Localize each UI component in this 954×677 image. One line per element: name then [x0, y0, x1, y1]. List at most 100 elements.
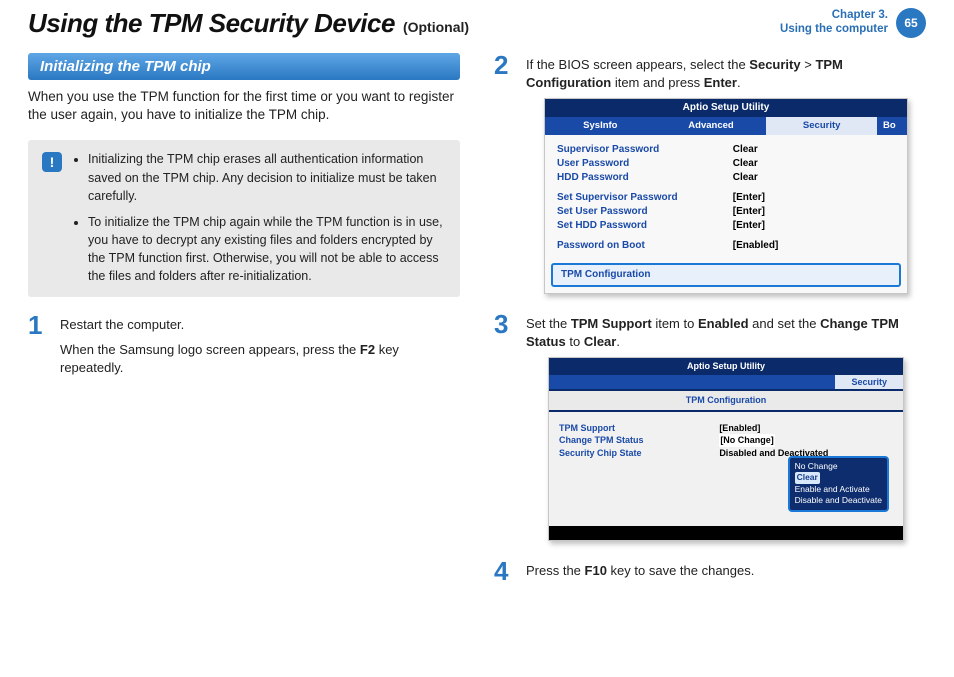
warning-item: To initialize the TPM chip again while t…	[88, 213, 446, 286]
t: TPM Support	[571, 316, 652, 331]
menu-item: No Change	[795, 461, 882, 472]
t: item and press	[611, 75, 704, 90]
lbl: Set HDD Password	[557, 219, 733, 233]
bios1-title: Aptio Setup Utility	[545, 99, 907, 117]
bios2-tabbar: Security	[549, 375, 903, 390]
lbl: HDD Password	[557, 171, 733, 185]
step-body: Set the TPM Support item to Enabled and …	[526, 312, 926, 541]
intro-text: When you use the TPM function for the fi…	[28, 88, 460, 124]
text: When the Samsung logo screen appears, pr…	[60, 342, 360, 357]
step2-text: If the BIOS screen appears, select the S…	[526, 56, 926, 92]
val: Clear	[733, 157, 758, 171]
step1-line1: Restart the computer.	[60, 316, 460, 334]
bios-screenshot-1: Aptio Setup Utility SysInfo Advanced Sec…	[544, 98, 908, 293]
t: key to save the changes.	[607, 563, 754, 578]
bios-screenshot-2: Aptio Setup Utility Security TPM Configu…	[548, 357, 904, 541]
header-right: Chapter 3. Using the computer 65	[780, 8, 926, 38]
bios1-row: Set Supervisor Password[Enter]	[557, 191, 895, 205]
t: .	[616, 334, 620, 349]
warning-list: Initializing the TPM chip erases all aut…	[72, 150, 446, 285]
step-body: Press the F10 key to save the changes.	[526, 559, 754, 586]
t: Set the	[526, 316, 571, 331]
bios2-body: TPM Support[Enabled] Change TPM Status[N…	[549, 412, 903, 522]
step-body: If the BIOS screen appears, select the S…	[526, 53, 926, 294]
bios2-row: TPM Support[Enabled]	[559, 422, 893, 435]
bios1-tabs: SysInfo Advanced Security Bo	[545, 117, 907, 134]
step3-text: Set the TPM Support item to Enabled and …	[526, 315, 926, 351]
bios1-tab-sysinfo: SysInfo	[545, 117, 656, 134]
bios1-tab-advanced: Advanced	[656, 117, 767, 134]
menu-item: Enable and Activate	[795, 484, 882, 495]
step-1: 1 Restart the computer. When the Samsung…	[28, 313, 460, 383]
bios1-row: HDD PasswordClear	[557, 171, 895, 185]
step-4: 4 Press the F10 key to save the changes.	[494, 559, 926, 586]
section-heading: Initializing the TPM chip	[28, 53, 460, 80]
bios1-selected-item: TPM Configuration	[551, 263, 901, 287]
chapter-label: Chapter 3. Using the computer	[780, 8, 888, 37]
lbl: Password on Boot	[557, 239, 733, 253]
step-number: 2	[494, 53, 516, 294]
bios1-row: Set User Password[Enter]	[557, 205, 895, 219]
val: [Enabled]	[733, 239, 779, 253]
step-3: 3 Set the TPM Support item to Enabled an…	[494, 312, 926, 541]
lbl: Security Chip State	[559, 447, 719, 460]
bios1-tab-security: Security	[766, 117, 877, 134]
val: [Enter]	[733, 219, 765, 233]
step-number: 3	[494, 312, 516, 541]
val: Clear	[733, 143, 758, 157]
page-subtitle: (Optional)	[403, 19, 469, 35]
bios2-subheading: TPM Configuration	[549, 389, 903, 412]
key-f2: F2	[360, 342, 375, 357]
t: to	[566, 334, 584, 349]
page-title: Using the TPM Security Device	[28, 8, 395, 39]
t: .	[737, 75, 741, 90]
lbl: User Password	[557, 157, 733, 171]
val: [Enabled]	[719, 422, 760, 435]
bios2-bottom-bar	[549, 526, 903, 540]
bios1-row: Password on Boot[Enabled]	[557, 239, 895, 253]
bios2-title: Aptio Setup Utility	[549, 358, 903, 375]
chapter-line2: Using the computer	[780, 22, 888, 36]
lbl: Supervisor Password	[557, 143, 733, 157]
t: >	[801, 57, 816, 72]
menu-item-selected: Clear	[795, 472, 820, 483]
bios1-row: Supervisor PasswordClear	[557, 143, 895, 157]
lbl: TPM Support	[559, 422, 719, 435]
warning-item: Initializing the TPM chip erases all aut…	[88, 150, 446, 204]
val: Clear	[733, 171, 758, 185]
t: Enter	[704, 75, 737, 90]
step-number: 1	[28, 313, 50, 383]
lbl: Set Supervisor Password	[557, 191, 733, 205]
t: Clear	[584, 334, 617, 349]
lbl: Change TPM Status	[559, 434, 719, 447]
bios1-body: Supervisor PasswordClear User PasswordCl…	[545, 135, 907, 261]
bios2-tab-security: Security	[835, 375, 903, 390]
t: item to	[652, 316, 698, 331]
val: [No Change]	[719, 434, 775, 447]
step1-line2: When the Samsung logo screen appears, pr…	[60, 341, 460, 377]
bios1-tab-boot-cut: Bo	[877, 117, 907, 134]
step-number: 4	[494, 559, 516, 586]
bios1-row: Set HDD Password[Enter]	[557, 219, 895, 233]
warning-icon: !	[42, 152, 62, 172]
bios2-row: Change TPM Status[No Change]	[559, 434, 893, 447]
left-column: Initializing the TPM chip When you use t…	[28, 53, 460, 600]
bios1-row: User PasswordClear	[557, 157, 895, 171]
warning-box: ! Initializing the TPM chip erases all a…	[28, 140, 460, 297]
page-number-badge: 65	[896, 8, 926, 38]
menu-item: Disable and Deactivate	[795, 495, 882, 506]
chapter-line1: Chapter 3.	[780, 8, 888, 22]
lbl: Set User Password	[557, 205, 733, 219]
val: [Enter]	[733, 191, 765, 205]
t: and set the	[749, 316, 821, 331]
t: If the BIOS screen appears, select the	[526, 57, 749, 72]
key-f10: F10	[585, 563, 607, 578]
step-2: 2 If the BIOS screen appears, select the…	[494, 53, 926, 294]
step4-text: Press the F10 key to save the changes.	[526, 562, 754, 580]
header-left: Using the TPM Security Device (Optional)	[28, 8, 469, 39]
right-column: 2 If the BIOS screen appears, select the…	[494, 53, 926, 600]
page-header: Using the TPM Security Device (Optional)…	[28, 8, 926, 39]
bios2-dropdown-menu: No Change Clear Enable and Activate Disa…	[788, 456, 889, 512]
t: Press the	[526, 563, 585, 578]
val: [Enter]	[733, 205, 765, 219]
